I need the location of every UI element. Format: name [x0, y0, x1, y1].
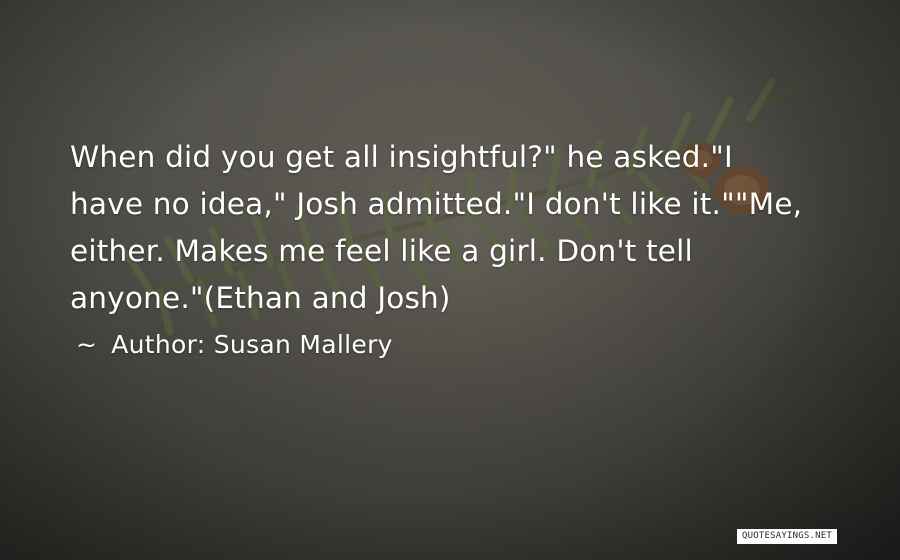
author-name-link[interactable]: Susan Mallery: [214, 330, 393, 359]
author-attribution: ~ Author: Susan Mallery: [70, 322, 870, 367]
quote-line: When did you get all insightful?" he ask…: [70, 140, 733, 174]
quote-line: have no idea," Josh admitted."I don't li…: [70, 187, 803, 221]
quote-text: When did you get all insightful?" he ask…: [70, 134, 870, 322]
quote-block: When did you get all insightful?" he ask…: [70, 134, 870, 367]
author-label: Author:: [111, 330, 206, 359]
site-watermark: QUOTESAYINGS.NET: [737, 529, 837, 544]
quote-line: anyone."(Ethan and Josh): [70, 281, 451, 315]
tilde-icon: ~: [76, 330, 98, 359]
quote-line: either. Makes me feel like a girl. Don't…: [70, 234, 693, 268]
quote-image: When did you get all insightful?" he ask…: [0, 0, 900, 560]
